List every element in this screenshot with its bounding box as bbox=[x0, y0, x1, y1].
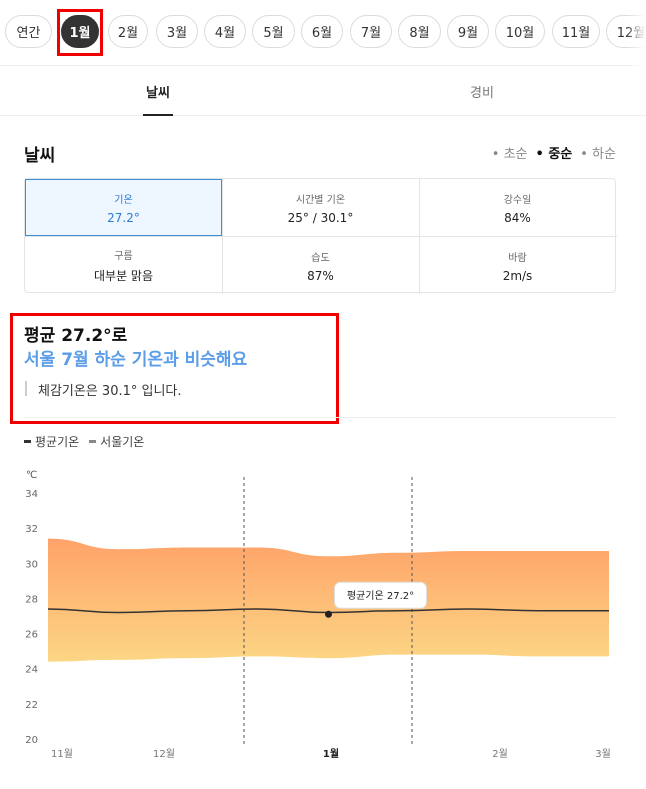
stat-value: 27.2° bbox=[107, 210, 140, 225]
tab-weather[interactable]: 날씨 bbox=[98, 66, 218, 116]
scroll-fade bbox=[626, 0, 646, 66]
stat-value: 25° / 30.1° bbox=[287, 210, 354, 225]
stat-label: 기온 bbox=[114, 194, 133, 206]
month-selector: 연간 1월 2월 3월 4월 5월 6월 7월 8월 9월 10월 11월 12… bbox=[0, 0, 646, 66]
temperature-chart: ℃ 20 22 24 26 28 30 32 34 평균기온 27.2° 11월 12월 1월 2월… bbox=[25, 470, 611, 760]
stat-label: 강수일 bbox=[503, 194, 532, 206]
x-tick-label: 1월 bbox=[323, 748, 339, 760]
month-pill-6[interactable]: 6월 bbox=[301, 15, 343, 48]
section-title: 날씨 bbox=[24, 146, 56, 166]
summary-highlight bbox=[10, 313, 339, 424]
stat-clouds[interactable]: 구름 대부분 맑음 bbox=[25, 237, 222, 294]
legend-seoul: 서울기온 bbox=[89, 433, 144, 450]
y-tick-label: 24 bbox=[25, 665, 38, 676]
legend-solid-swatch bbox=[24, 440, 31, 443]
stat-value: 대부분 맑음 bbox=[93, 269, 153, 283]
stat-wind[interactable]: 바람 2m/s bbox=[419, 237, 616, 294]
chart-tooltip: 평균기온 27.2° bbox=[334, 581, 427, 609]
chart-legend: 평균기온 서울기온 bbox=[24, 433, 144, 450]
tooltip-text: 평균기온 27.2° bbox=[347, 590, 414, 602]
stat-label: 바람 bbox=[508, 252, 527, 264]
tab-active-indicator bbox=[143, 114, 173, 116]
y-tick-label: 22 bbox=[25, 700, 38, 711]
month-pill-2[interactable]: 2월 bbox=[108, 15, 148, 48]
y-tick-label: 20 bbox=[25, 735, 38, 746]
x-tick-label: 12월 bbox=[153, 748, 175, 760]
stat-rain-days[interactable]: 강수일 84% bbox=[419, 179, 616, 236]
period-late[interactable]: • 하순 bbox=[580, 143, 616, 162]
y-tick-label: 28 bbox=[25, 594, 38, 605]
stat-label: 구름 bbox=[114, 251, 133, 262]
tab-bar: 날씨 경비 bbox=[0, 66, 646, 116]
month-pill-10[interactable]: 10월 bbox=[495, 15, 545, 48]
period-early[interactable]: • 초순 bbox=[492, 143, 528, 162]
legend-seoul-label: 서울기온 bbox=[100, 435, 145, 449]
selected-month-highlight bbox=[57, 9, 103, 56]
month-pill-5[interactable]: 5월 bbox=[252, 15, 295, 48]
chart-unit: ℃ bbox=[26, 470, 37, 481]
section-divider bbox=[24, 417, 616, 418]
x-tick-label: 3월 bbox=[595, 748, 611, 760]
month-pill-9[interactable]: 9월 bbox=[447, 15, 489, 48]
x-tick-label: 11월 bbox=[51, 748, 73, 760]
stat-humidity[interactable]: 습도 87% bbox=[222, 237, 419, 294]
stat-label: 습도 bbox=[311, 252, 330, 264]
legend-avg-label: 평균기온 bbox=[35, 435, 80, 449]
stat-temperature[interactable]: 기온 27.2° bbox=[25, 179, 222, 236]
month-pill-7[interactable]: 7월 bbox=[350, 15, 392, 48]
y-tick-label: 26 bbox=[25, 630, 38, 641]
month-pill-annual[interactable]: 연간 bbox=[5, 15, 52, 48]
stat-value: 2m/s bbox=[502, 268, 533, 283]
period-mid[interactable]: • 중순 bbox=[536, 143, 573, 162]
x-axis: 11월 12월 1월 2월 3월 bbox=[51, 748, 611, 760]
y-axis: 20 22 24 26 28 30 32 34 bbox=[25, 489, 38, 746]
x-tick-label: 2월 bbox=[492, 748, 508, 760]
tab-expenses[interactable]: 경비 bbox=[422, 66, 542, 116]
stat-value: 84% bbox=[504, 210, 531, 225]
stat-label: 시간별 기온 bbox=[295, 194, 346, 206]
stat-hourly-temperature[interactable]: 시간별 기온 25° / 30.1° bbox=[222, 179, 419, 236]
average-point-marker[interactable] bbox=[325, 610, 332, 618]
legend-avg: 평균기온 bbox=[24, 433, 79, 450]
month-pill-4[interactable]: 4월 bbox=[204, 15, 246, 48]
y-tick-label: 30 bbox=[25, 559, 38, 570]
stat-value: 87% bbox=[307, 268, 334, 283]
month-pill-11[interactable]: 11월 bbox=[552, 15, 600, 48]
weather-stats-grid: 기온 27.2° 시간별 기온 25° / 30.1° 강수일 84% 구름 대… bbox=[24, 178, 617, 294]
y-tick-label: 34 bbox=[25, 489, 38, 500]
month-pill-3[interactable]: 3월 bbox=[156, 15, 198, 48]
legend-dotted-swatch bbox=[89, 440, 97, 443]
month-pill-8[interactable]: 8월 bbox=[398, 15, 441, 48]
y-tick-label: 32 bbox=[25, 524, 38, 535]
temperature-range-band bbox=[48, 538, 609, 662]
period-toggle: • 초순 • 중순 • 하순 bbox=[492, 143, 616, 162]
